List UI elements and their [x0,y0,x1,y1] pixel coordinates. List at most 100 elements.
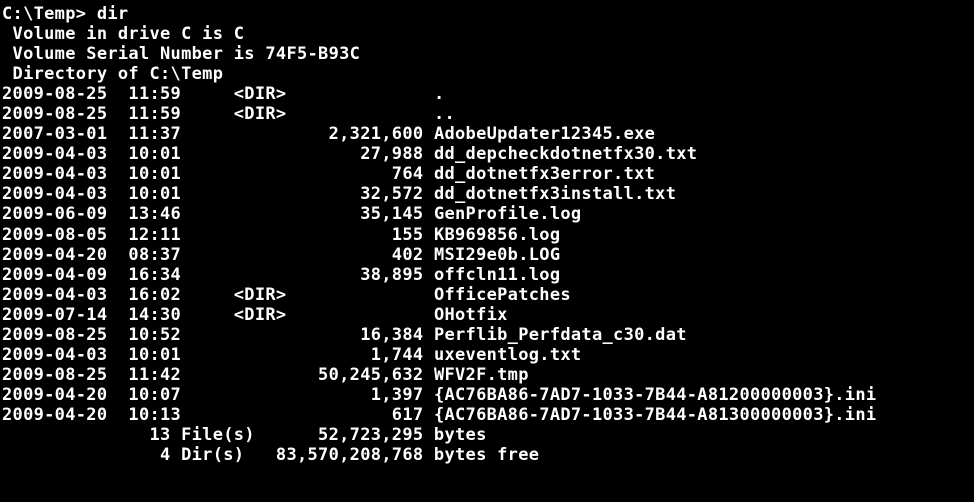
entry-time: 10:01 [128,184,212,204]
entry-date: 2009-04-09 [2,265,128,285]
entry-date: 2009-04-03 [2,184,128,204]
dir-entry: 2009-08-25 11:59 <DIR> .. [2,104,972,124]
entry-name: WFV2F.tmp [434,365,529,385]
dir-bytes: 83,570,208,768 bytes free [265,445,539,465]
summary-files: 13 File(s) 52,723,295 bytes [2,425,972,445]
entry-time: 11:59 [128,84,212,104]
dir-entry: 2009-04-03 10:01 1,744 uxeventlog.txt [2,345,972,365]
terminal-output: C:\Temp> dir Volume in drive C is C Volu… [0,0,974,465]
volume-text: Volume in drive C is C [2,24,244,44]
entry-date: 2009-08-25 [2,104,128,124]
dir-entry: 2009-04-09 16:34 38,895 offcln11.log [2,265,972,285]
serial-text: Volume Serial Number is 74F5-B93C [2,44,360,64]
entry-name: AdobeUpdater12345.exe [434,124,655,144]
entry-date: 2009-06-09 [2,204,128,224]
dir-entry: 2009-06-09 13:46 35,145 GenProfile.log [2,204,972,224]
volume-line: Volume in drive C is C [2,24,972,44]
entry-time: 14:30 [128,305,212,325]
entry-size: 1,397 [213,385,434,405]
dir-entry: 2009-08-25 11:42 50,245,632 WFV2F.tmp [2,365,972,385]
summary-dirs: 4 Dir(s) 83,570,208,768 bytes free [2,445,972,465]
dir-entry: 2009-04-20 10:07 1,397 {AC76BA86-7AD7-10… [2,385,972,405]
entry-date: 2009-04-20 [2,405,128,425]
entry-date: 2009-04-03 [2,144,128,164]
dir-entry: 2009-08-05 12:11 155 KB969856.log [2,225,972,245]
dir-entry: 2009-04-20 08:37 402 MSI29e0b.LOG [2,245,972,265]
entry-size: 50,245,632 [213,365,434,385]
entry-time: 10:01 [128,164,212,184]
entry-time: 08:37 [128,245,212,265]
dir-entry: 2009-04-20 10:13 617 {AC76BA86-7AD7-1033… [2,405,972,425]
entry-size: 27,988 [213,144,434,164]
entry-name: GenProfile.log [434,204,582,224]
dir-tag: <DIR> [213,285,434,305]
dir-entry: 2009-08-25 10:52 16,384 Perflib_Perfdata… [2,325,972,345]
entry-name: dd_dotnetfx3error.txt [434,164,655,184]
dir-tag: <DIR> [213,305,434,325]
entry-size: 35,145 [213,204,434,224]
entry-size: 16,384 [213,325,434,345]
entry-size: 155 [213,225,434,245]
entry-size: 2,321,600 [213,124,434,144]
entry-date: 2009-04-20 [2,245,128,265]
file-count: 13 File(s) [2,425,265,445]
entry-time: 11:42 [128,365,212,385]
entry-name: OHotfix [434,305,508,325]
entry-name: {AC76BA86-7AD7-1033-7B44-A81300000003}.i… [434,405,876,425]
serial-line: Volume Serial Number is 74F5-B93C [2,44,972,64]
entry-time: 11:37 [128,124,212,144]
directory-of-line: Directory of C:\Temp [2,64,972,84]
entry-time: 16:02 [128,285,212,305]
entry-date: 2009-08-25 [2,84,128,104]
entry-date: 2009-07-14 [2,305,128,325]
entry-time: 10:01 [128,345,212,365]
dir-entry: 2009-04-03 10:01 764 dd_dotnetfx3error.t… [2,164,972,184]
entry-size: 1,744 [213,345,434,365]
entry-time: 12:11 [128,225,212,245]
dir-entry: 2007-03-01 11:37 2,321,600 AdobeUpdater1… [2,124,972,144]
dir-tag: <DIR> [213,84,434,104]
entry-size: 764 [213,164,434,184]
entry-date: 2009-08-25 [2,325,128,345]
entry-name: offcln11.log [434,265,560,285]
entry-size: 32,572 [213,184,434,204]
entry-time: 11:59 [128,104,212,124]
entry-time: 13:46 [128,204,212,224]
entry-time: 16:34 [128,265,212,285]
dir-tag: <DIR> [213,104,434,124]
entry-time: 10:07 [128,385,212,405]
entry-date: 2009-04-03 [2,285,128,305]
dir-entry: 2009-07-14 14:30 <DIR> OHotfix [2,305,972,325]
dir-entry: 2009-08-25 11:59 <DIR> . [2,84,972,104]
entry-date: 2009-04-03 [2,164,128,184]
file-bytes: 52,723,295 bytes [265,425,486,445]
entry-size: 38,895 [213,265,434,285]
prompt-line: C:\Temp> dir [2,4,972,24]
entry-name: . [434,84,445,104]
entry-date: 2009-04-20 [2,385,128,405]
entry-name: Perflib_Perfdata_c30.dat [434,325,687,345]
entry-date: 2009-08-25 [2,365,128,385]
entry-date: 2009-04-03 [2,345,128,365]
directory-of-text: Directory of C:\Temp [2,64,223,84]
dir-entry: 2009-04-03 16:02 <DIR> OfficePatches [2,285,972,305]
entry-name: {AC76BA86-7AD7-1033-7B44-A81200000003}.i… [434,385,876,405]
entry-size: 402 [213,245,434,265]
entry-name: uxeventlog.txt [434,345,582,365]
entry-name: OfficePatches [434,285,571,305]
entry-date: 2009-08-05 [2,225,128,245]
entry-size: 617 [213,405,434,425]
entry-name: .. [434,104,455,124]
dir-entry: 2009-04-03 10:01 32,572 dd_dotnetfx3inst… [2,184,972,204]
entry-time: 10:13 [128,405,212,425]
prompt-text: C:\Temp> dir [2,4,128,24]
entry-name: MSI29e0b.LOG [434,245,560,265]
entry-time: 10:52 [128,325,212,345]
entry-name: dd_depcheckdotnetfx30.txt [434,144,697,164]
dir-count: 4 Dir(s) [2,445,265,465]
entry-time: 10:01 [128,144,212,164]
entry-name: KB969856.log [434,225,560,245]
entry-name: dd_dotnetfx3install.txt [434,184,676,204]
entry-date: 2007-03-01 [2,124,128,144]
dir-entry: 2009-04-03 10:01 27,988 dd_depcheckdotne… [2,144,972,164]
